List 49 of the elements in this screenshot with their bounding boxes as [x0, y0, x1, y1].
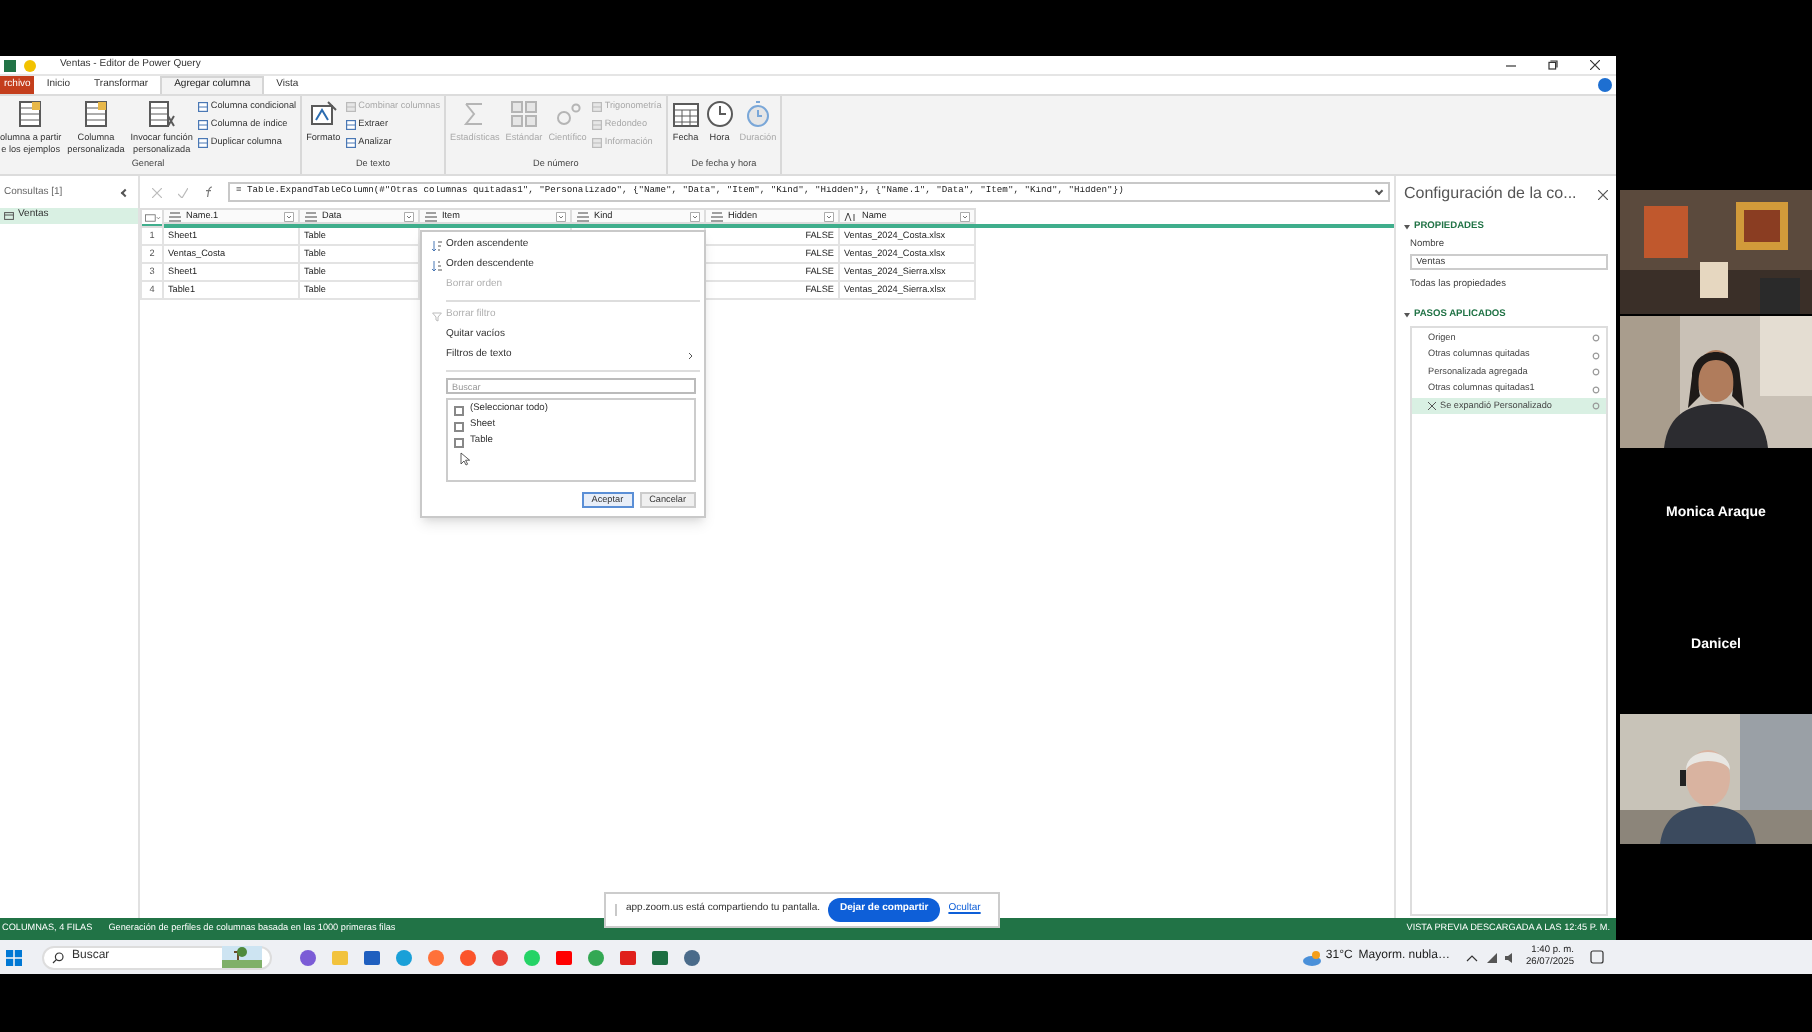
speaker-icon[interactable]: [1503, 951, 1516, 963]
check-icon[interactable]: [178, 187, 188, 197]
any-type-icon[interactable]: [424, 211, 438, 221]
calendar-icon: [671, 100, 700, 128]
text-type-icon[interactable]: [844, 211, 858, 221]
close-icon[interactable]: [1598, 189, 1608, 199]
dropdown-icon[interactable]: [824, 211, 834, 221]
chevron-up-icon[interactable]: [1465, 953, 1478, 961]
filter-icon: [431, 311, 441, 321]
expand-icon[interactable]: [1374, 186, 1384, 196]
search-icon: [52, 951, 64, 963]
function-icon[interactable]: [204, 186, 216, 198]
dropdown-icon[interactable]: [404, 211, 414, 221]
sheet-icon: [147, 100, 176, 128]
collapse-triangle-icon[interactable]: [1404, 224, 1410, 231]
grid-icon: [509, 100, 538, 128]
dropdown-icon[interactable]: [690, 211, 700, 221]
sheet-icon: [16, 100, 45, 128]
cancel-icon[interactable]: [152, 187, 162, 197]
any-type-icon[interactable]: [576, 211, 590, 221]
collapse-triangle-icon[interactable]: [1404, 311, 1410, 318]
any-type-icon[interactable]: [710, 211, 724, 221]
notification-icon[interactable]: [1590, 950, 1604, 964]
delete-step-icon[interactable]: [1428, 402, 1436, 410]
sort-ascending-icon: [431, 240, 441, 252]
checkbox[interactable]: [454, 437, 464, 447]
dropdown-icon[interactable]: [556, 211, 566, 221]
restore-icon[interactable]: [1548, 60, 1558, 70]
sheet-icon: [81, 100, 110, 128]
table-menu-icon[interactable]: [140, 208, 164, 228]
any-type-icon[interactable]: [168, 211, 182, 221]
dropdown-icon[interactable]: [960, 211, 970, 221]
network-icon[interactable]: [1485, 951, 1498, 963]
cursor-icon: [460, 452, 470, 466]
checkbox[interactable]: [454, 421, 464, 431]
weather-icon[interactable]: [1301, 949, 1322, 965]
stopwatch-icon: [743, 100, 772, 128]
checkbox[interactable]: [454, 405, 464, 415]
close-icon[interactable]: [1590, 60, 1600, 70]
collapse-icon[interactable]: [120, 189, 130, 198]
sort-descending-icon: [431, 260, 441, 272]
any-type-icon[interactable]: [304, 211, 318, 221]
table-icon: [4, 211, 14, 219]
dropdown-icon[interactable]: [284, 211, 294, 221]
text-format-icon: [309, 100, 338, 128]
windows-icon[interactable]: [6, 949, 22, 965]
minimize-icon[interactable]: [1506, 60, 1516, 70]
pane-title: Configuración de la co...: [1404, 182, 1577, 206]
clock-icon: [705, 100, 734, 128]
